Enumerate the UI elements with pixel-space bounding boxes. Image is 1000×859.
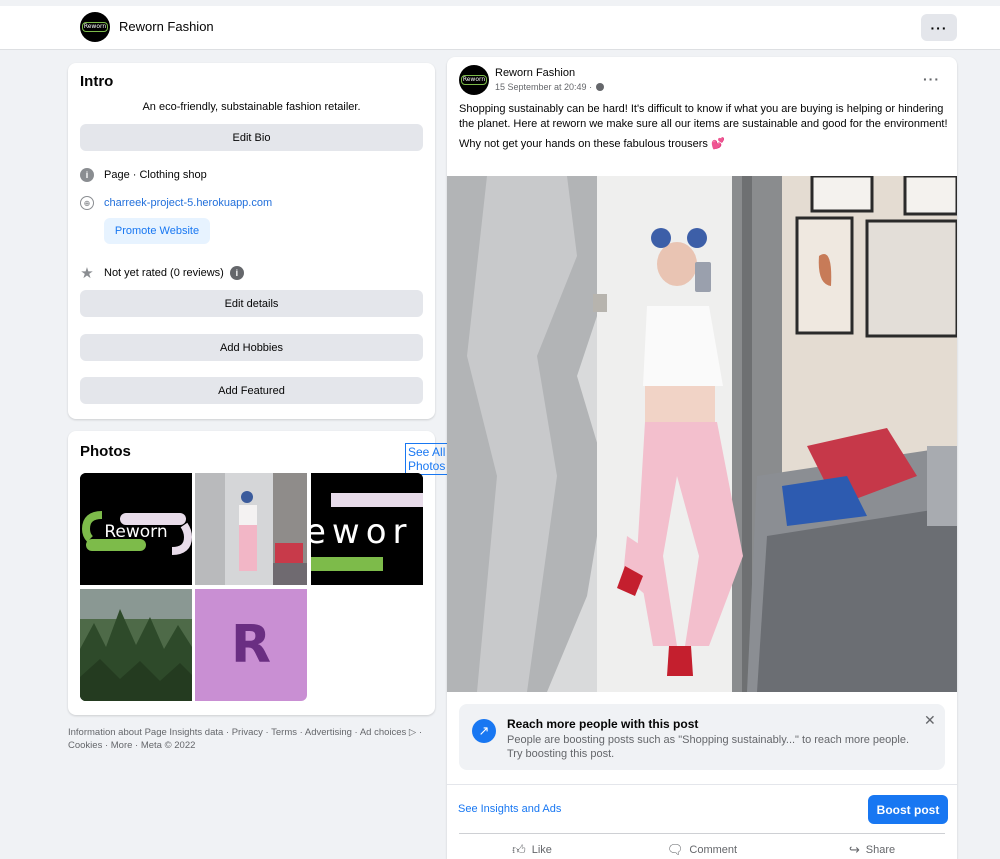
post-photo[interactable]: [447, 176, 957, 692]
category-text: Page · Clothing shop: [104, 169, 207, 181]
page-header: Reworn Reworn Fashion ···: [0, 0, 1000, 50]
intro-title: Intro: [80, 73, 114, 90]
boost-post-button[interactable]: Boost post: [868, 795, 948, 824]
share-icon: ↪: [848, 842, 860, 857]
rating-text: Not yet rated (0 reviews): [104, 267, 224, 279]
boost-suggestion-card: ↗ Reach more people with this post Peopl…: [459, 704, 945, 770]
post-author-avatar[interactable]: Reworn: [459, 65, 489, 95]
share-button[interactable]: ↪ Share: [787, 840, 957, 859]
post-card: Reworn Reworn Fashion 15 September at 20…: [447, 57, 957, 859]
photo-logo-text: Reworn: [104, 522, 167, 542]
comment-label: Comment: [689, 844, 738, 856]
add-featured-button[interactable]: Add Featured: [80, 377, 423, 404]
comment-button[interactable]: 🗨︎ Comment: [617, 840, 787, 859]
photo-thumb-forest[interactable]: [80, 589, 192, 701]
rating-row: ★ Not yet rated (0 reviews) i: [80, 265, 244, 282]
website-row: ⊕ charreek-project-5.herokuapp.com: [80, 196, 272, 210]
intro-card: Intro An eco-friendly, substainable fash…: [68, 63, 435, 419]
share-label: Share: [865, 844, 896, 856]
post-time-text: 15 September at 20:49 ·: [495, 82, 593, 92]
category-row: i Page · Clothing shop: [80, 168, 207, 182]
photo-thumb-logo[interactable]: Reworn: [80, 473, 192, 585]
star-icon: ★: [80, 265, 94, 282]
like-button[interactable]: 👍︎ Like: [447, 840, 617, 859]
letter-r: R: [230, 615, 272, 675]
post-paragraph-2: Why not get your hands on these fabulous…: [459, 137, 949, 152]
post-actions: 👍︎ Like 🗨︎ Comment ↪ Share: [447, 840, 957, 859]
divider: [447, 784, 957, 785]
close-icon[interactable]: ✕: [924, 712, 936, 729]
footer-links[interactable]: Information about Page Insights data · P…: [68, 726, 435, 752]
comment-icon: 🗨︎: [666, 842, 684, 857]
page-name[interactable]: Reworn Fashion: [119, 19, 214, 34]
see-insights-link[interactable]: See Insights and Ads: [458, 803, 561, 815]
reworn-logo-mini: Reworn: [82, 22, 108, 32]
globe-icon: ⊕: [80, 196, 94, 210]
post-paragraph-1: Shopping sustainably can be hard! It's d…: [459, 103, 948, 130]
like-label: Like: [531, 844, 552, 856]
boost-title: Reach more people with this post: [507, 717, 699, 731]
website-link[interactable]: charreek-project-5.herokuapp.com: [104, 197, 272, 209]
two-hearts-emoji: 💕: [710, 138, 725, 150]
photo-thumb-letter-r[interactable]: R: [195, 589, 307, 701]
photo-logo-text-partial: ewor: [311, 512, 413, 552]
divider: [459, 833, 945, 834]
more-options-button[interactable]: ···: [921, 14, 957, 41]
rating-info-icon[interactable]: i: [229, 266, 244, 280]
post-logo-mini: Reworn: [461, 75, 487, 85]
post-author-name[interactable]: Reworn Fashion: [495, 67, 575, 79]
trending-up-icon: ↗: [472, 719, 496, 743]
thumbs-up-icon: 👍︎: [512, 842, 526, 857]
intro-bio: An eco-friendly, substainable fashion re…: [142, 101, 361, 113]
post-timestamp[interactable]: 15 September at 20:49 ·: [495, 82, 605, 92]
boost-description: People are boosting posts such as "Shopp…: [507, 734, 910, 760]
post-paragraph-2-text: Why not get your hands on these fabulous…: [459, 138, 708, 150]
promote-website-button[interactable]: Promote Website: [104, 218, 210, 244]
edit-bio-button[interactable]: Edit Bio: [80, 124, 423, 151]
photo-thumb-logo-zoom[interactable]: ewor: [311, 473, 423, 585]
photos-card: Photos See All Photos Reworn ewor R: [68, 431, 449, 715]
public-globe-icon: [596, 83, 605, 91]
info-icon: i: [80, 168, 94, 182]
post-more-button[interactable]: ···: [923, 71, 940, 87]
page-avatar[interactable]: Reworn: [80, 12, 110, 42]
photos-title: Photos: [80, 443, 131, 460]
post-text: Shopping sustainably can be hard! It's d…: [459, 102, 949, 152]
edit-details-button[interactable]: Edit details: [80, 290, 423, 317]
photo-thumb-outfit[interactable]: [195, 473, 307, 585]
see-all-photos-link[interactable]: See All Photos: [405, 443, 449, 475]
add-hobbies-button[interactable]: Add Hobbies: [80, 334, 423, 361]
